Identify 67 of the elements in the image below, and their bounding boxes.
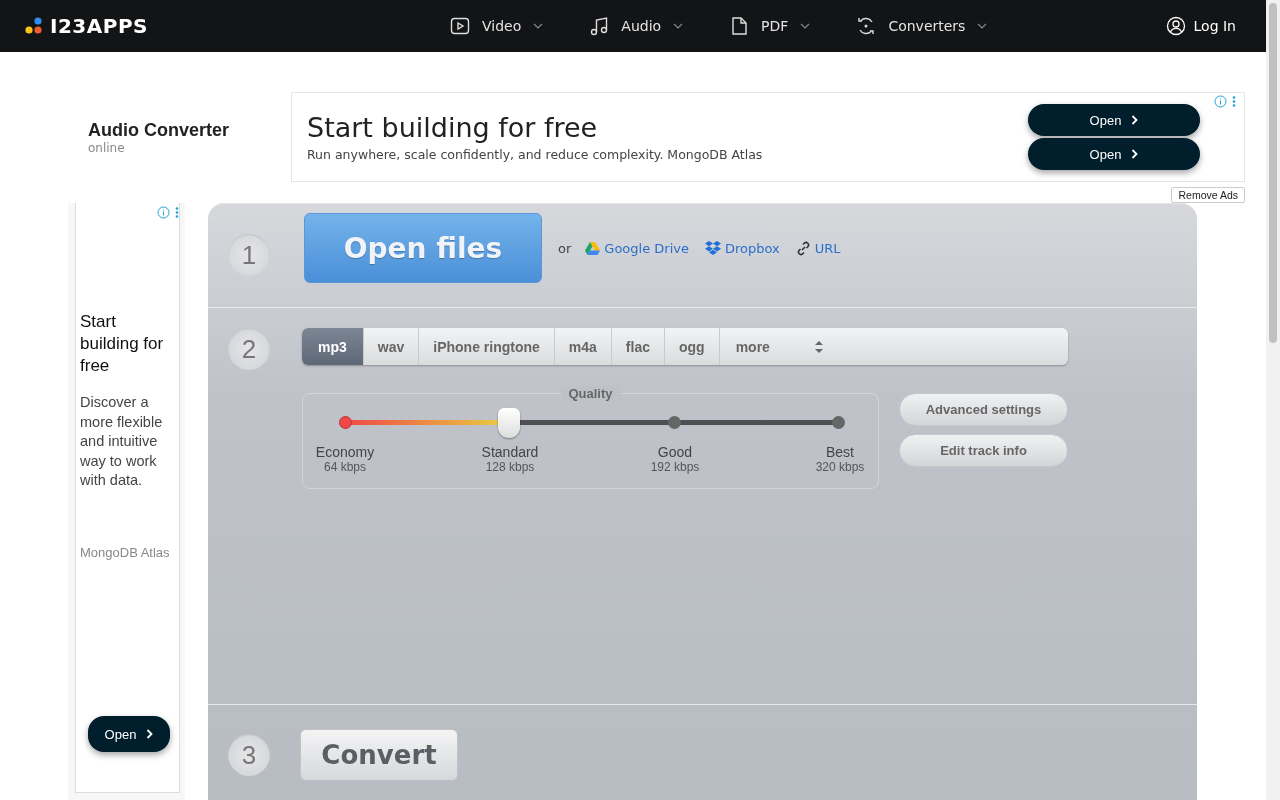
bitrate-label: 320 kbps — [815, 460, 865, 474]
chevron-right-icon — [146, 729, 154, 739]
chevron-down-icon — [977, 23, 988, 29]
nav-menu[interactable]: Audio — [583, 15, 690, 37]
slider-stop[interactable] — [832, 416, 845, 429]
chevron-down-icon — [800, 23, 811, 29]
ad-brand: MongoDB Atlas — [80, 544, 171, 560]
ad-text: Discover a more flexible and intuitive way to work with data. — [80, 393, 164, 490]
format-tab[interactable]: flac — [611, 328, 665, 365]
document-icon — [729, 16, 750, 36]
dropbox-icon — [704, 240, 721, 256]
ad-text: Run anywhere, scale confidently, and reduce complexity. MongoDB Atlas — [307, 147, 764, 162]
ad-headline: Start building for free — [307, 112, 599, 143]
ad-open-button[interactable]: Open — [88, 716, 170, 752]
format-tab[interactable]: ogg — [665, 328, 720, 365]
ad-headline: Start building for free — [80, 311, 165, 377]
format-tab[interactable]: m4a — [554, 328, 612, 365]
drive-icon — [585, 241, 601, 255]
bitrate-label: 64 kbps — [323, 460, 367, 474]
slider-thumb[interactable] — [498, 408, 521, 438]
user-icon — [1165, 16, 1186, 36]
quality-name: Good — [656, 444, 694, 460]
step-number: 2 — [228, 328, 270, 370]
settings-button[interactable]: Edit track info — [899, 434, 1068, 467]
app-subtitle: online — [88, 140, 126, 155]
refresh-icon — [856, 16, 877, 36]
format-tab[interactable]: iPhone ringtone — [419, 328, 555, 365]
settings-button[interactable]: Advanced settings — [899, 393, 1068, 426]
nav-menu[interactable]: PDF — [723, 15, 817, 37]
ad-info-icon[interactable] — [157, 206, 181, 219]
quality-title: Quality — [560, 386, 621, 401]
step-number: 1 — [228, 234, 270, 276]
quality-name: Best — [825, 444, 855, 460]
chevron-down-icon — [533, 23, 544, 29]
more-formats-dropdown[interactable]: more — [719, 328, 838, 365]
nav-menu[interactable]: Converters — [850, 15, 994, 37]
format-tab[interactable]: mp3 — [302, 328, 364, 365]
scrollbar-thumb[interactable] — [1269, 3, 1277, 343]
ad-open-button[interactable]: Open — [1028, 138, 1200, 170]
convert-button[interactable]: Convert — [300, 729, 458, 781]
sort-arrows-icon — [813, 339, 824, 354]
or-label: or — [558, 240, 572, 256]
login-button[interactable]: Log In — [1159, 15, 1242, 37]
chevron-right-icon — [1131, 115, 1139, 125]
step-number: 3 — [228, 734, 270, 776]
slider-stop[interactable] — [667, 416, 681, 429]
format-tab[interactable]: wav — [363, 328, 420, 365]
remove-ads-button[interactable]: Remove Ads — [1171, 187, 1245, 203]
nav-menu[interactable]: Video — [444, 15, 550, 37]
bitrate-label: 128 kbps — [484, 460, 536, 474]
source-link[interactable]: Dropbox — [704, 240, 780, 256]
music-note-icon — [589, 16, 610, 36]
logo[interactable]: I23APPS — [24, 14, 148, 38]
slider-stop[interactable] — [339, 416, 352, 429]
quality-name: Economy — [315, 444, 375, 460]
source-link[interactable]: Google Drive — [585, 240, 689, 256]
play-icon — [450, 16, 471, 36]
link-icon — [795, 240, 811, 256]
bitrate-label: 192 kbps — [650, 460, 700, 474]
quality-name: Standard — [481, 444, 539, 460]
chevron-down-icon — [673, 23, 684, 29]
app-title: Audio Converter — [88, 119, 230, 141]
open-files-button[interactable]: Open files — [304, 213, 542, 283]
chevron-right-icon — [1131, 149, 1139, 159]
ad-info-icon[interactable] — [1214, 95, 1238, 108]
source-link[interactable]: URL — [795, 240, 841, 256]
ad-open-button[interactable]: Open — [1028, 104, 1200, 136]
